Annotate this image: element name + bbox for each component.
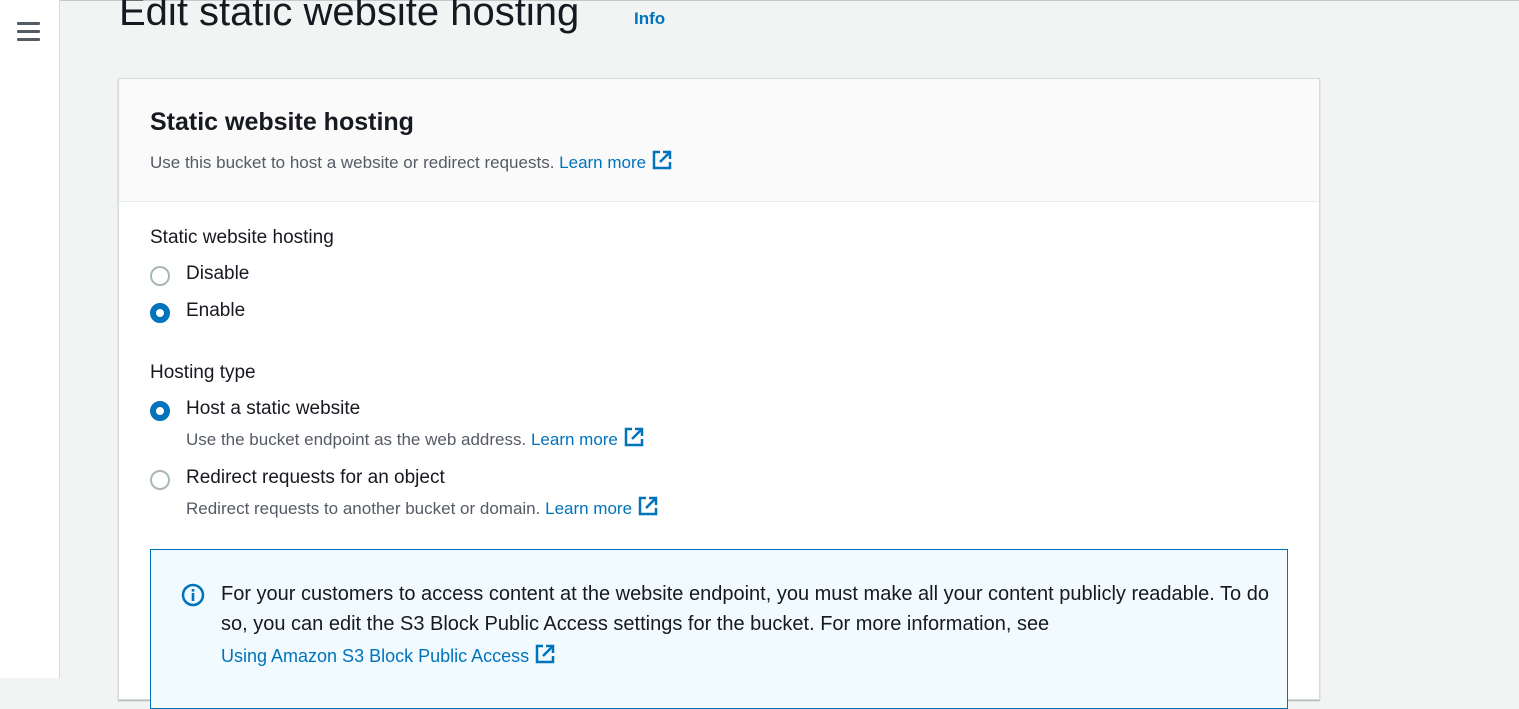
page-title: Edit static website hosting	[119, 0, 580, 34]
radio-redirect-label: Redirect requests for an object	[186, 467, 445, 488]
alert-message: For your customers to access content at …	[221, 583, 1269, 635]
external-link-icon[interactable]	[534, 643, 556, 665]
info-icon	[181, 583, 205, 607]
public-access-info-alert: For your customers to access content at …	[150, 549, 1288, 709]
radio-host-static-label: Host a static website	[186, 398, 361, 419]
static-website-hosting-panel: Static website hosting Use this bucket t…	[118, 78, 1320, 709]
hamburger-menu-icon[interactable]	[17, 22, 41, 42]
block-public-access-link[interactable]: Using Amazon S3 Block Public Access	[221, 643, 556, 667]
radio-enable-circle[interactable]	[150, 303, 170, 323]
hosting-toggle-label: Static website hosting	[150, 227, 334, 248]
panel-description-text: Use this bucket to host a website or red…	[150, 153, 555, 172]
info-link[interactable]: Info	[634, 9, 665, 29]
radio-redirect-circle[interactable]	[150, 470, 170, 490]
block-public-access-link-text[interactable]: Using Amazon S3 Block Public Access	[221, 646, 529, 666]
side-navigation-rail	[0, 0, 60, 678]
radio-host-static-circle[interactable]	[150, 401, 170, 421]
hosting-type-label: Hosting type	[150, 362, 256, 383]
panel-description: Use this bucket to host a website or red…	[150, 149, 673, 173]
radio-disable-circle[interactable]	[150, 266, 170, 286]
redirect-learn-more-link[interactable]: Learn more	[545, 499, 632, 518]
external-link-icon[interactable]	[623, 426, 645, 448]
external-link-icon[interactable]	[651, 149, 673, 171]
learn-more-link[interactable]: Learn more	[559, 153, 646, 172]
host-static-learn-more-link[interactable]: Learn more	[531, 430, 618, 449]
radio-redirect-description: Redirect requests to another bucket or d…	[186, 495, 659, 519]
external-link-icon[interactable]	[637, 495, 659, 517]
host-static-description-text: Use the bucket endpoint as the web addre…	[186, 430, 527, 449]
panel-title: Static website hosting	[150, 108, 414, 136]
redirect-description-text: Redirect requests to another bucket or d…	[186, 499, 541, 518]
radio-host-static-description: Use the bucket endpoint as the web addre…	[186, 426, 645, 450]
radio-disable-label: Disable	[186, 263, 250, 284]
panel-header: Static website hosting Use this bucket t…	[119, 79, 1319, 202]
radio-enable-label: Enable	[186, 300, 246, 321]
